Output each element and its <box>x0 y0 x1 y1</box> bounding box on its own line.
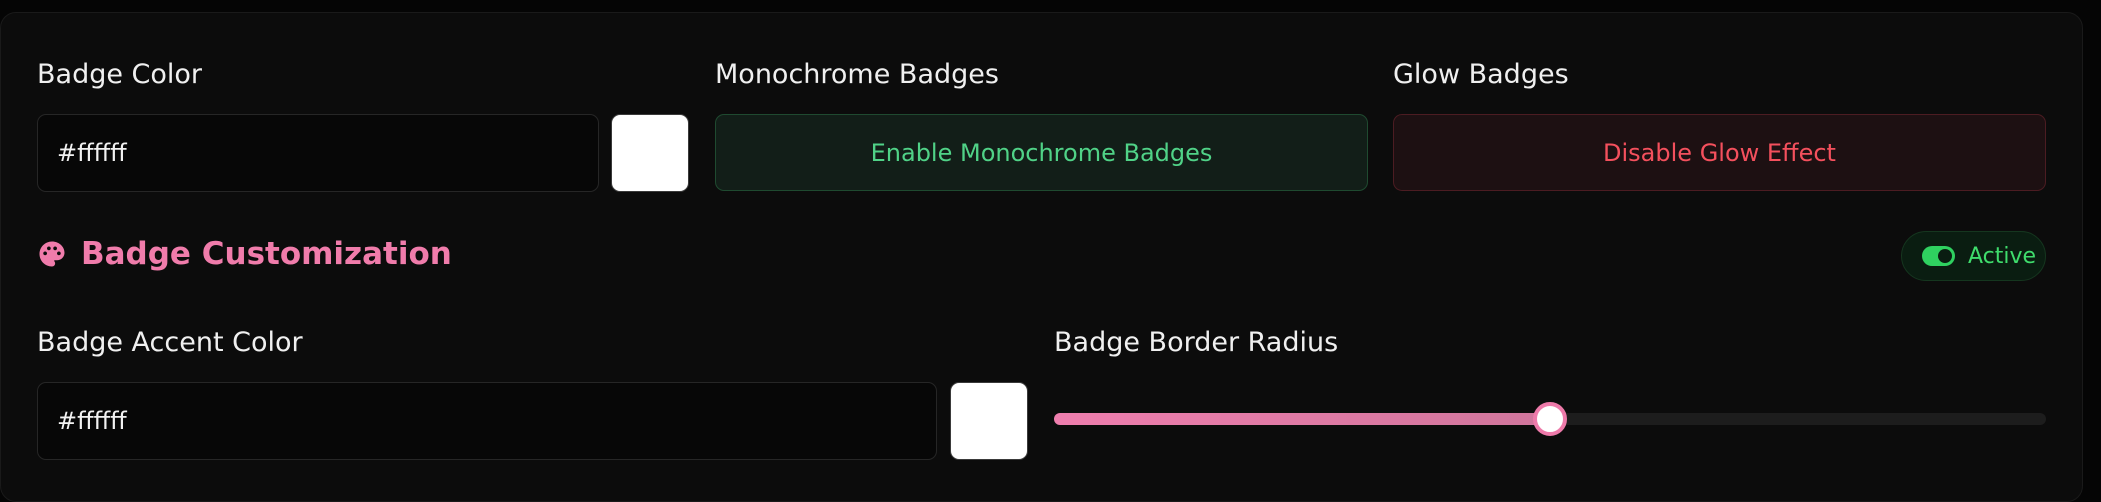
toggle-icon[interactable] <box>1922 246 1955 266</box>
palette-icon <box>39 241 65 267</box>
glow-badges-label: Glow Badges <box>1393 59 1569 90</box>
enable-monochrome-button[interactable]: Enable Monochrome Badges <box>715 114 1368 191</box>
badge-accent-color-label: Badge Accent Color <box>37 327 303 358</box>
badge-color-swatch[interactable] <box>611 114 689 192</box>
active-status-label: Active <box>1968 243 2037 269</box>
badge-border-radius-label: Badge Border Radius <box>1054 327 1339 358</box>
disable-glow-button[interactable]: Disable Glow Effect <box>1393 114 2046 191</box>
badge-color-input[interactable]: #ffffff <box>37 114 599 192</box>
monochrome-badges-label: Monochrome Badges <box>715 59 999 90</box>
badge-accent-color-swatch[interactable] <box>950 382 1028 460</box>
section-title: Badge Customization <box>37 236 452 272</box>
active-status-badge[interactable]: Active <box>1901 231 2046 281</box>
slider-thumb[interactable] <box>1533 402 1567 436</box>
section-title-text: Badge Customization <box>81 236 452 272</box>
border-radius-slider[interactable] <box>1054 402 2046 436</box>
slider-fill <box>1054 413 1550 425</box>
badge-accent-color-input[interactable]: #ffffff <box>37 382 937 460</box>
badge-color-label: Badge Color <box>37 59 203 90</box>
